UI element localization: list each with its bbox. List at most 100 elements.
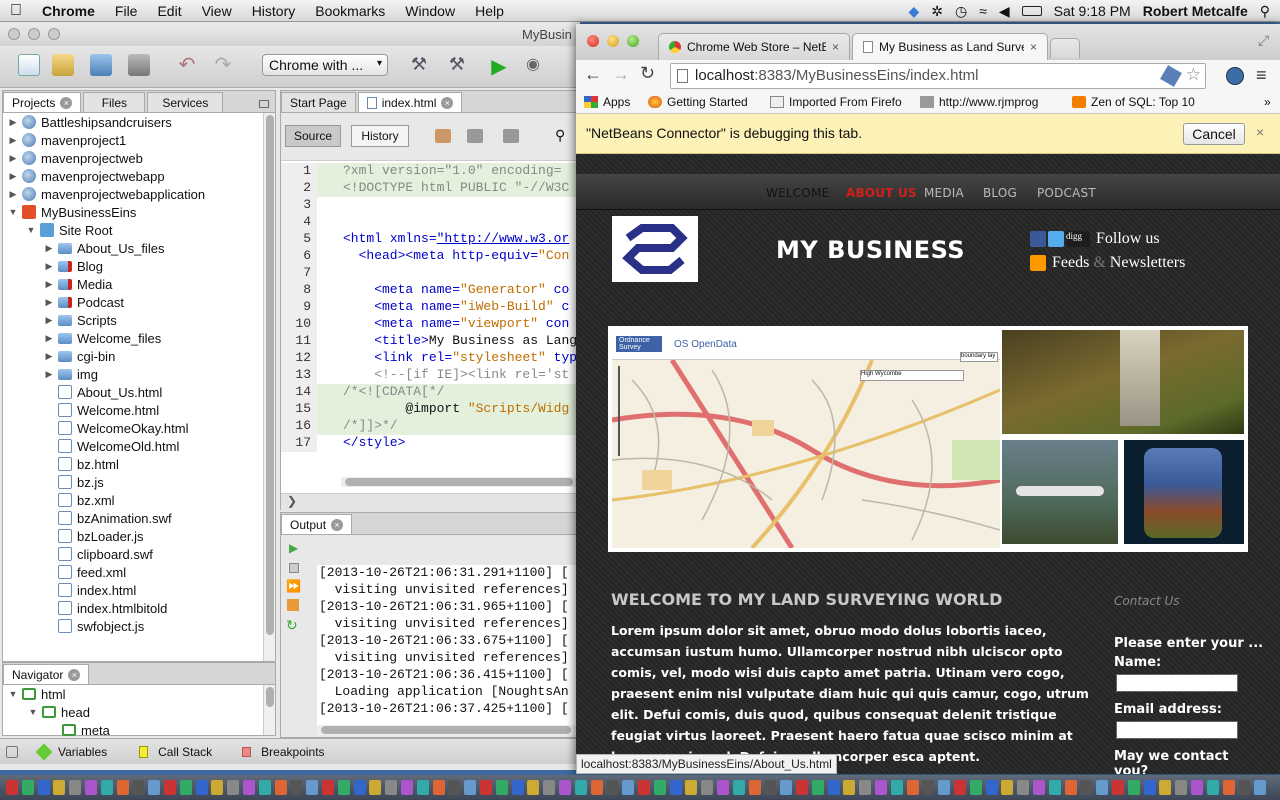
photo-surveying-instrument[interactable] (1002, 330, 1244, 434)
dock-app-icon[interactable] (464, 780, 477, 795)
tree-item[interactable]: swfobject.js (3, 617, 265, 635)
minimize-panel-icon[interactable] (259, 100, 269, 108)
chrome-menu-icon[interactable]: ≡ (1256, 65, 1267, 86)
dock-app-icon[interactable] (985, 780, 998, 795)
dock-app-icon[interactable] (53, 780, 66, 795)
dock-app-icon[interactable] (574, 780, 587, 795)
menu-help[interactable]: Help (475, 3, 504, 19)
menu-file[interactable]: File (115, 3, 138, 19)
close-icon[interactable]: × (441, 96, 454, 109)
bookmark-getting-started[interactable]: Getting Started (648, 95, 748, 109)
newsletters-link[interactable]: Newsletters (1110, 254, 1186, 271)
tree-item[interactable]: bz.html (3, 455, 265, 473)
tab-breakpoints[interactable]: Breakpoints (261, 745, 324, 759)
omnibox-url[interactable]: localhost:8383/MyBusinessEins/index.html… (670, 63, 1206, 89)
close-tab-icon[interactable]: × (832, 40, 839, 54)
tree-item[interactable]: WelcomeOkay.html (3, 419, 265, 437)
tab-index-html[interactable]: index.html × (357, 92, 463, 112)
last-edit-icon[interactable] (435, 129, 451, 143)
output-console[interactable]: [2013-10-26T21:06:31.291+1100] [ visitin… (317, 565, 579, 725)
dock-app-icon[interactable] (369, 780, 382, 795)
dock-app-icon[interactable] (1112, 780, 1124, 795)
dock-app-icon[interactable] (1222, 780, 1235, 795)
dock-app-icon[interactable] (811, 780, 824, 795)
ordnance-survey-map[interactable]: Ordnance Survey OS OpenData High Wycombe… (612, 330, 1000, 548)
source-button[interactable]: Source (285, 125, 341, 147)
tree-item[interactable]: ▶ mavenprojectwebapp (3, 167, 265, 185)
tree-item[interactable]: bzLoader.js (3, 527, 265, 545)
collapsed-arrow-icon[interactable]: ▶ (43, 315, 55, 326)
rerun-config-icon[interactable] (289, 563, 299, 573)
dock-app-icon[interactable] (480, 780, 492, 795)
close-tab-icon[interactable]: × (1030, 40, 1037, 54)
dock-app-icon[interactable] (922, 780, 935, 795)
rss-icon[interactable] (1030, 255, 1046, 272)
tree-item[interactable]: index.htmlbitold (3, 599, 265, 617)
dock-app-icon[interactable] (590, 780, 603, 795)
fast-forward-icon[interactable]: ⏩ (286, 579, 301, 593)
dock-app-icon[interactable] (701, 780, 714, 795)
dock-app-icon[interactable] (164, 780, 176, 795)
menu-edit[interactable]: Edit (157, 3, 181, 19)
collapsed-arrow-icon[interactable]: ▶ (43, 297, 55, 308)
dock-app-icon[interactable] (1254, 780, 1267, 795)
dock-app-icon[interactable] (527, 780, 540, 795)
digg-icon[interactable]: digg (1066, 231, 1090, 248)
close-icon[interactable] (8, 28, 20, 40)
dock-app-icon[interactable] (1238, 780, 1251, 795)
dock-app-icon[interactable] (1127, 780, 1140, 795)
dock-app-icon[interactable] (6, 780, 18, 795)
dock-app-icon[interactable] (559, 780, 571, 795)
code-line[interactable]: 11 <title>My Business as Lang (281, 333, 579, 350)
tree-item[interactable]: ▶ Blog (3, 257, 265, 275)
dock-app-icon[interactable] (116, 780, 129, 795)
tree-item[interactable]: ▶ mavenprojectwebapplication (3, 185, 265, 203)
code-editor[interactable]: 1 ?xml version="1.0" encoding= 2 <!DOCTYPE … (281, 163, 579, 473)
code-line[interactable]: 16 /*]]>*/ (281, 418, 579, 435)
tree-item[interactable]: Welcome.html (3, 401, 265, 419)
map-layer-control[interactable]: boundary lay (960, 352, 998, 362)
menu-view[interactable]: View (202, 3, 232, 19)
tree-item[interactable]: ▶ Media (3, 275, 265, 293)
expanded-arrow-icon[interactable]: ▼ (27, 707, 39, 717)
tab-projects[interactable]: Projects × (3, 92, 82, 112)
expanded-arrow-icon[interactable]: ▼ (25, 225, 37, 235)
dock-app-icon[interactable] (37, 780, 50, 795)
navigator-node[interactable]: meta (3, 721, 265, 739)
dock-app-icon[interactable] (495, 780, 508, 795)
nav-welcome[interactable]: WELCOME (766, 186, 829, 200)
code-line[interactable]: 13 <!--[if IE]><link rel='st (281, 367, 579, 384)
collapsed-arrow-icon[interactable]: ▶ (7, 189, 19, 200)
map-search-box[interactable]: High Wycombe (860, 370, 964, 381)
apple-icon[interactable]:  (10, 2, 22, 20)
zoom-icon[interactable] (627, 35, 639, 47)
time-machine-icon[interactable]: ◷ (955, 3, 967, 20)
dock-app-icon[interactable] (843, 780, 856, 795)
dock-app-icon[interactable] (653, 780, 666, 795)
tree-item[interactable]: index.html (3, 581, 265, 599)
dock-app-icon[interactable] (69, 780, 82, 795)
find-icon[interactable]: ⚲ (555, 127, 565, 144)
follow-us-link[interactable]: Follow us (1096, 230, 1160, 247)
extension-cube-icon[interactable] (1160, 65, 1182, 87)
open-project-icon[interactable] (90, 54, 112, 76)
tree-item[interactable]: bz.xml (3, 491, 265, 509)
back-icon[interactable] (467, 129, 483, 143)
dock-app-icon[interactable] (416, 780, 429, 795)
dock-app-icon[interactable] (132, 780, 145, 795)
dock-app-icon[interactable] (969, 780, 982, 795)
code-line[interactable]: 2 <!DOCTYPE html PUBLIC "-//W3C (281, 180, 579, 197)
dock-app-icon[interactable] (1143, 780, 1156, 795)
collapsed-arrow-icon[interactable]: ▶ (43, 333, 55, 344)
menu-history[interactable]: History (252, 3, 296, 19)
user-name[interactable]: Robert Metcalfe (1143, 3, 1248, 19)
wifi-icon[interactable]: ≈ (979, 3, 987, 19)
code-line[interactable]: 17 </style> (281, 435, 579, 452)
dock-app-icon[interactable] (385, 780, 398, 795)
dock-app-icon[interactable] (622, 780, 635, 795)
tree-item[interactable]: ▶ Podcast (3, 293, 265, 311)
zoom-icon[interactable] (48, 28, 60, 40)
dock-app-icon[interactable] (274, 780, 287, 795)
tree-item[interactable]: ▶ Battleshipsandcruisers (3, 113, 265, 131)
tree-item[interactable]: ▶ Welcome_files (3, 329, 265, 347)
